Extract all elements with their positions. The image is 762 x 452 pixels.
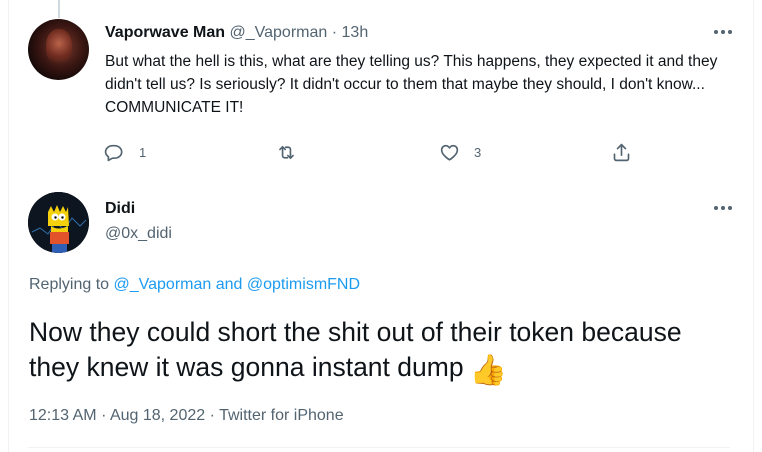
avatar-vaporman[interactable] <box>28 19 89 80</box>
main-handle[interactable]: @0x_didi <box>105 225 172 243</box>
tweet-date[interactable]: Aug 18, 2022 <box>110 407 205 424</box>
tweet-timestamp-line: 12:13 AM · Aug 18, 2022 · Twitter for iP… <box>29 407 344 425</box>
main-tweet-text: Now they could short the shit out of the… <box>29 317 682 382</box>
replying-user-link-2[interactable]: @optimismFND <box>247 276 360 293</box>
reply-tweet-actions: 1 3 <box>0 140 762 164</box>
replying-and[interactable]: and <box>216 276 243 293</box>
like-icon <box>440 144 459 161</box>
avatar-cartoon-image <box>28 192 89 253</box>
main-tweet-text-block: Now they could short the shit out of the… <box>29 315 729 386</box>
thread-connector-line <box>58 0 60 18</box>
divider <box>28 447 730 448</box>
replying-user-link-1[interactable]: @_Vaporman <box>114 276 212 293</box>
tweet-source: Twitter for iPhone <box>219 407 344 424</box>
avatar-didi[interactable] <box>28 192 89 253</box>
timestamp-dot-2: · <box>209 407 215 424</box>
share-button[interactable] <box>611 140 632 164</box>
reply-icon <box>104 144 123 161</box>
replying-to-line: Replying to @_Vaporman and @optimismFND <box>29 276 360 294</box>
reply-count: 1 <box>139 144 147 160</box>
like-count: 3 <box>474 144 482 160</box>
retweet-icon <box>279 145 294 159</box>
reply-handle[interactable]: @_Vaporman <box>230 24 328 41</box>
more-icon[interactable] <box>712 27 734 37</box>
more-icon[interactable] <box>712 203 734 213</box>
reply-time[interactable]: 13h <box>342 24 369 41</box>
reply-tweet-text: But what the hell is this, what are they… <box>105 53 718 116</box>
timestamp-dot-1: · <box>101 407 107 424</box>
reply-button[interactable]: 1 <box>104 140 146 164</box>
thumbs-up-emoji: 👍 <box>469 354 507 387</box>
reply-tweet-header: Vaporwave Man @_Vaporman · 13h <box>105 24 368 42</box>
main-display-name[interactable]: Didi <box>105 200 135 218</box>
retweet-button[interactable] <box>276 140 297 164</box>
tweet-time[interactable]: 12:13 AM <box>29 407 97 424</box>
reply-display-name[interactable]: Vaporwave Man <box>105 24 225 41</box>
share-icon <box>613 143 630 161</box>
reply-separator: · <box>331 24 338 41</box>
replying-prefix: Replying to <box>29 276 110 293</box>
like-button[interactable]: 3 <box>439 140 481 164</box>
